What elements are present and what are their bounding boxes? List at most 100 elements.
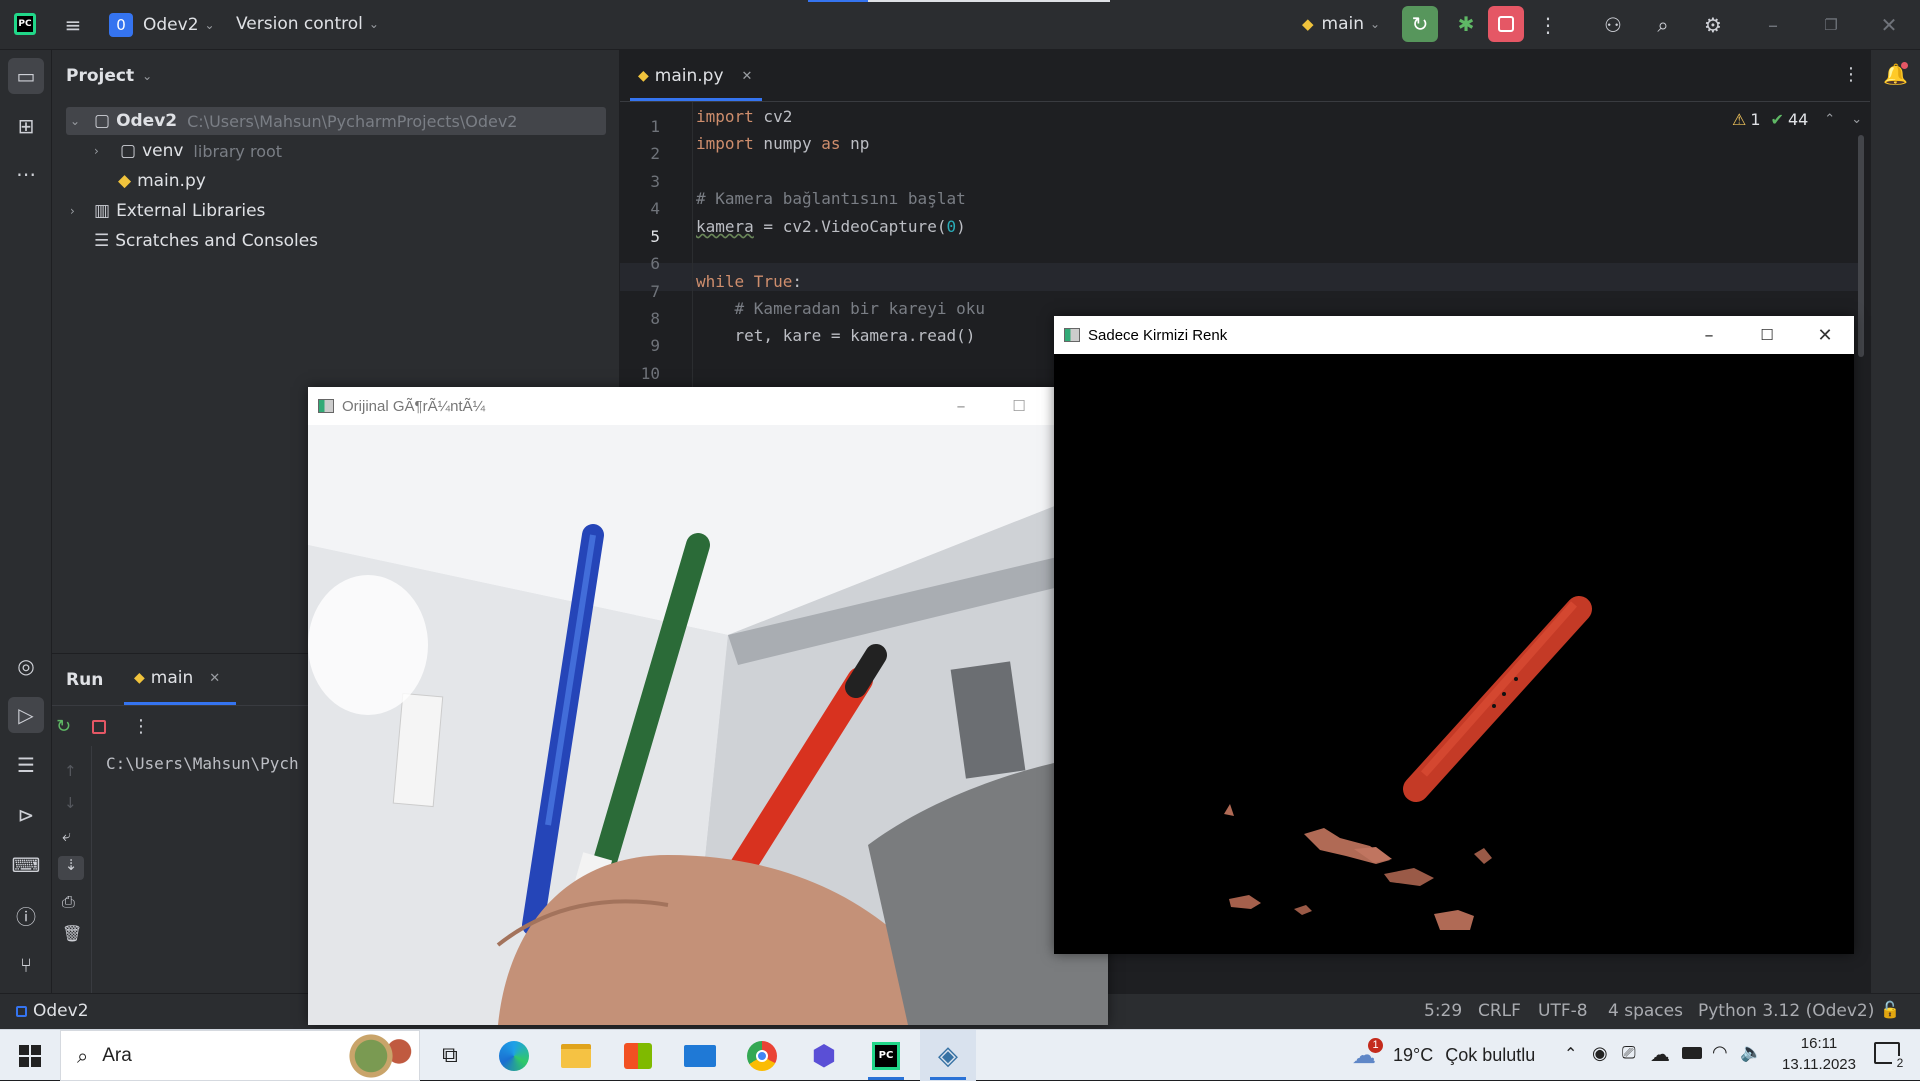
git-icon[interactable]: ⑂ — [8, 947, 44, 983]
scroll-up-icon[interactable]: ↑ — [64, 762, 77, 780]
tree-item-scratches[interactable]: ☰ Scratches and Consoles — [94, 227, 318, 255]
tree-item-odev2[interactable]: ⌄ ▢ Odev2 C:\Users\Mahsun\PycharmProject… — [70, 107, 517, 135]
warning-icon: ⚠ — [1732, 110, 1747, 129]
project-widget[interactable]: 0 Odev2 ⌄ — [109, 12, 215, 38]
close-icon[interactable]: ✕ — [1796, 316, 1854, 354]
version-control-menu[interactable]: Version control ⌄ — [236, 14, 379, 34]
soft-wrap-icon[interactable]: ⤶ — [62, 826, 71, 846]
structure-icon[interactable]: ⊞ — [8, 108, 44, 144]
tree-item-external-libraries[interactable]: › ▥ External Libraries — [70, 197, 265, 225]
rerun-icon[interactable]: ↻ — [56, 716, 71, 737]
project-icon — [16, 1005, 27, 1017]
main-menu-icon[interactable]: ≡ — [58, 10, 88, 40]
file-explorer-icon[interactable] — [548, 1030, 604, 1081]
run-tab-label: main — [150, 668, 194, 688]
edge-browser-icon[interactable] — [486, 1030, 542, 1081]
stop-icon[interactable] — [92, 720, 106, 734]
mail-icon[interactable] — [672, 1030, 728, 1081]
pycharm-taskbar-icon[interactable]: PC — [858, 1030, 914, 1081]
minimize-icon[interactable]: – — [932, 387, 990, 425]
code-line-8[interactable]: # Kameradan bir kareyi oku — [696, 299, 985, 318]
library-icon: ▥ — [94, 201, 111, 221]
tray-wifi-icon[interactable]: ◠ — [1712, 1042, 1728, 1063]
status-interpreter[interactable]: Python 3.12 (Odev2) — [1698, 1001, 1874, 1021]
more-actions-icon[interactable]: ⋮ — [132, 716, 150, 737]
code-token: import — [696, 107, 754, 126]
tray-chevron-up-icon[interactable]: ⌃ — [1564, 1044, 1577, 1063]
weather-widget[interactable]: ☁ 1 19°C Çok bulutlu — [1352, 1030, 1535, 1081]
more-tools-icon[interactable]: ⋯ — [8, 156, 44, 192]
status-indent[interactable]: 4 spaces — [1608, 1001, 1683, 1021]
tray-volume-icon[interactable]: 🔈 — [1740, 1042, 1762, 1063]
code-line-2[interactable]: import numpy as np — [696, 134, 869, 153]
inspection-widget[interactable]: ⚠ 1 ✔ 44 ⌃ ⌄ — [1732, 110, 1862, 129]
code-line-4[interactable]: # Kamera bağlantısını başlat — [696, 189, 966, 208]
code-line-5[interactable]: kamera = cv2.VideoCapture(0) — [696, 217, 966, 236]
python-taskbar-icon[interactable]: ◈ — [920, 1030, 976, 1081]
chevron-down-icon[interactable]: ⌄ — [1851, 112, 1862, 127]
task-view-icon[interactable]: ⧉ — [422, 1030, 478, 1081]
start-windows-icon[interactable] — [2, 1030, 58, 1081]
line-number: 2 — [650, 144, 660, 163]
microsoft-store-icon[interactable] — [610, 1030, 666, 1081]
code-line-1[interactable]: import cv2 — [696, 107, 792, 126]
run-tool-icon[interactable]: ▷ — [8, 697, 44, 733]
code-token: 0 — [946, 217, 957, 236]
tab-more-icon[interactable]: ⋮ — [1842, 64, 1860, 85]
status-line-separator[interactable]: CRLF — [1478, 1001, 1521, 1021]
chevron-right-icon: › — [94, 144, 99, 158]
maximize-icon[interactable]: ☐ — [990, 387, 1048, 425]
restore-icon[interactable]: ❐ — [1816, 10, 1846, 40]
tab-label: main.py — [654, 66, 724, 86]
tray-battery-icon[interactable] — [1682, 1047, 1702, 1059]
status-caret-position[interactable]: 5:29 — [1424, 1001, 1462, 1021]
rerun-button[interactable]: ↻ — [1402, 6, 1438, 42]
scroll-down-icon[interactable]: ↓ — [64, 794, 77, 812]
status-project-breadcrumb[interactable]: Odev2 — [16, 1001, 89, 1021]
status-encoding[interactable]: UTF-8 — [1538, 1001, 1588, 1021]
tree-item-venv[interactable]: › ▢ venv library root — [94, 137, 282, 165]
scroll-to-end-icon[interactable]: ⇣ — [58, 856, 84, 880]
python-console-icon[interactable]: ◎ — [8, 648, 44, 684]
close-icon[interactable]: ✕ — [1874, 10, 1904, 40]
minimize-icon[interactable]: – — [1680, 316, 1738, 354]
trash-icon[interactable]: 🗑 — [62, 924, 82, 943]
print-icon[interactable]: ⎙ — [62, 892, 75, 912]
maximize-icon[interactable]: ☐ — [1738, 316, 1796, 354]
stop-button[interactable] — [1488, 6, 1524, 42]
more-actions-icon[interactable]: ⋮ — [1533, 10, 1563, 40]
chevron-right-icon: › — [70, 204, 75, 218]
run-tab-main[interactable]: ◆ main ✕ — [134, 668, 220, 688]
minimize-icon[interactable]: – — [1758, 10, 1788, 40]
python-packages-icon[interactable]: ☰ — [8, 747, 44, 783]
run-config-selector[interactable]: ◆ main ⌄ — [1302, 14, 1380, 34]
problems-icon[interactable]: ⓘ — [8, 897, 44, 933]
tray-onedrive-icon[interactable]: ☁ — [1650, 1042, 1670, 1066]
chrome-icon[interactable] — [734, 1030, 790, 1081]
project-folder-icon[interactable]: ▭ — [8, 58, 44, 94]
code-line-9[interactable]: ret, kare = kamera.read() — [696, 326, 976, 345]
settings-gear-icon[interactable]: ⚙ — [1698, 10, 1728, 40]
app-hexagon-icon[interactable]: ⬢ — [796, 1030, 852, 1081]
tray-meet-icon[interactable]: ⎚ — [1622, 1043, 1636, 1063]
terminal-icon[interactable]: ⌨ — [8, 847, 44, 883]
code-line-7[interactable]: while True: — [696, 272, 802, 291]
code-token: np — [840, 134, 870, 153]
python-icon: ◆ — [1302, 15, 1314, 33]
close-icon[interactable]: ✕ — [209, 671, 220, 686]
close-icon[interactable]: ✕ — [742, 69, 753, 84]
lock-icon[interactable]: 🔓 — [1880, 1000, 1900, 1019]
clock-date: 13.11.2023 — [1782, 1056, 1856, 1073]
add-user-icon[interactable]: ⚇ — [1598, 10, 1628, 40]
tray-record-icon[interactable]: ◉ — [1592, 1043, 1608, 1064]
services-icon[interactable]: ⊳ — [8, 797, 44, 833]
search-icon[interactable]: ⌕ — [1648, 10, 1678, 40]
editor-scrollbar[interactable] — [1858, 135, 1864, 357]
tab-main-py[interactable]: ◆ main.py ✕ — [638, 66, 752, 86]
taskbar-clock[interactable]: 16:11 13.11.2023 — [1774, 1035, 1864, 1073]
tree-item-main-py[interactable]: ◆ main.py — [118, 167, 206, 195]
project-panel-header[interactable]: Project ⌄ — [66, 66, 152, 86]
debug-bug-icon[interactable]: ✱ — [1448, 6, 1484, 42]
chevron-up-icon[interactable]: ⌃ — [1824, 112, 1835, 127]
taskbar-search-box[interactable]: ⌕ Ara — [60, 1030, 420, 1081]
